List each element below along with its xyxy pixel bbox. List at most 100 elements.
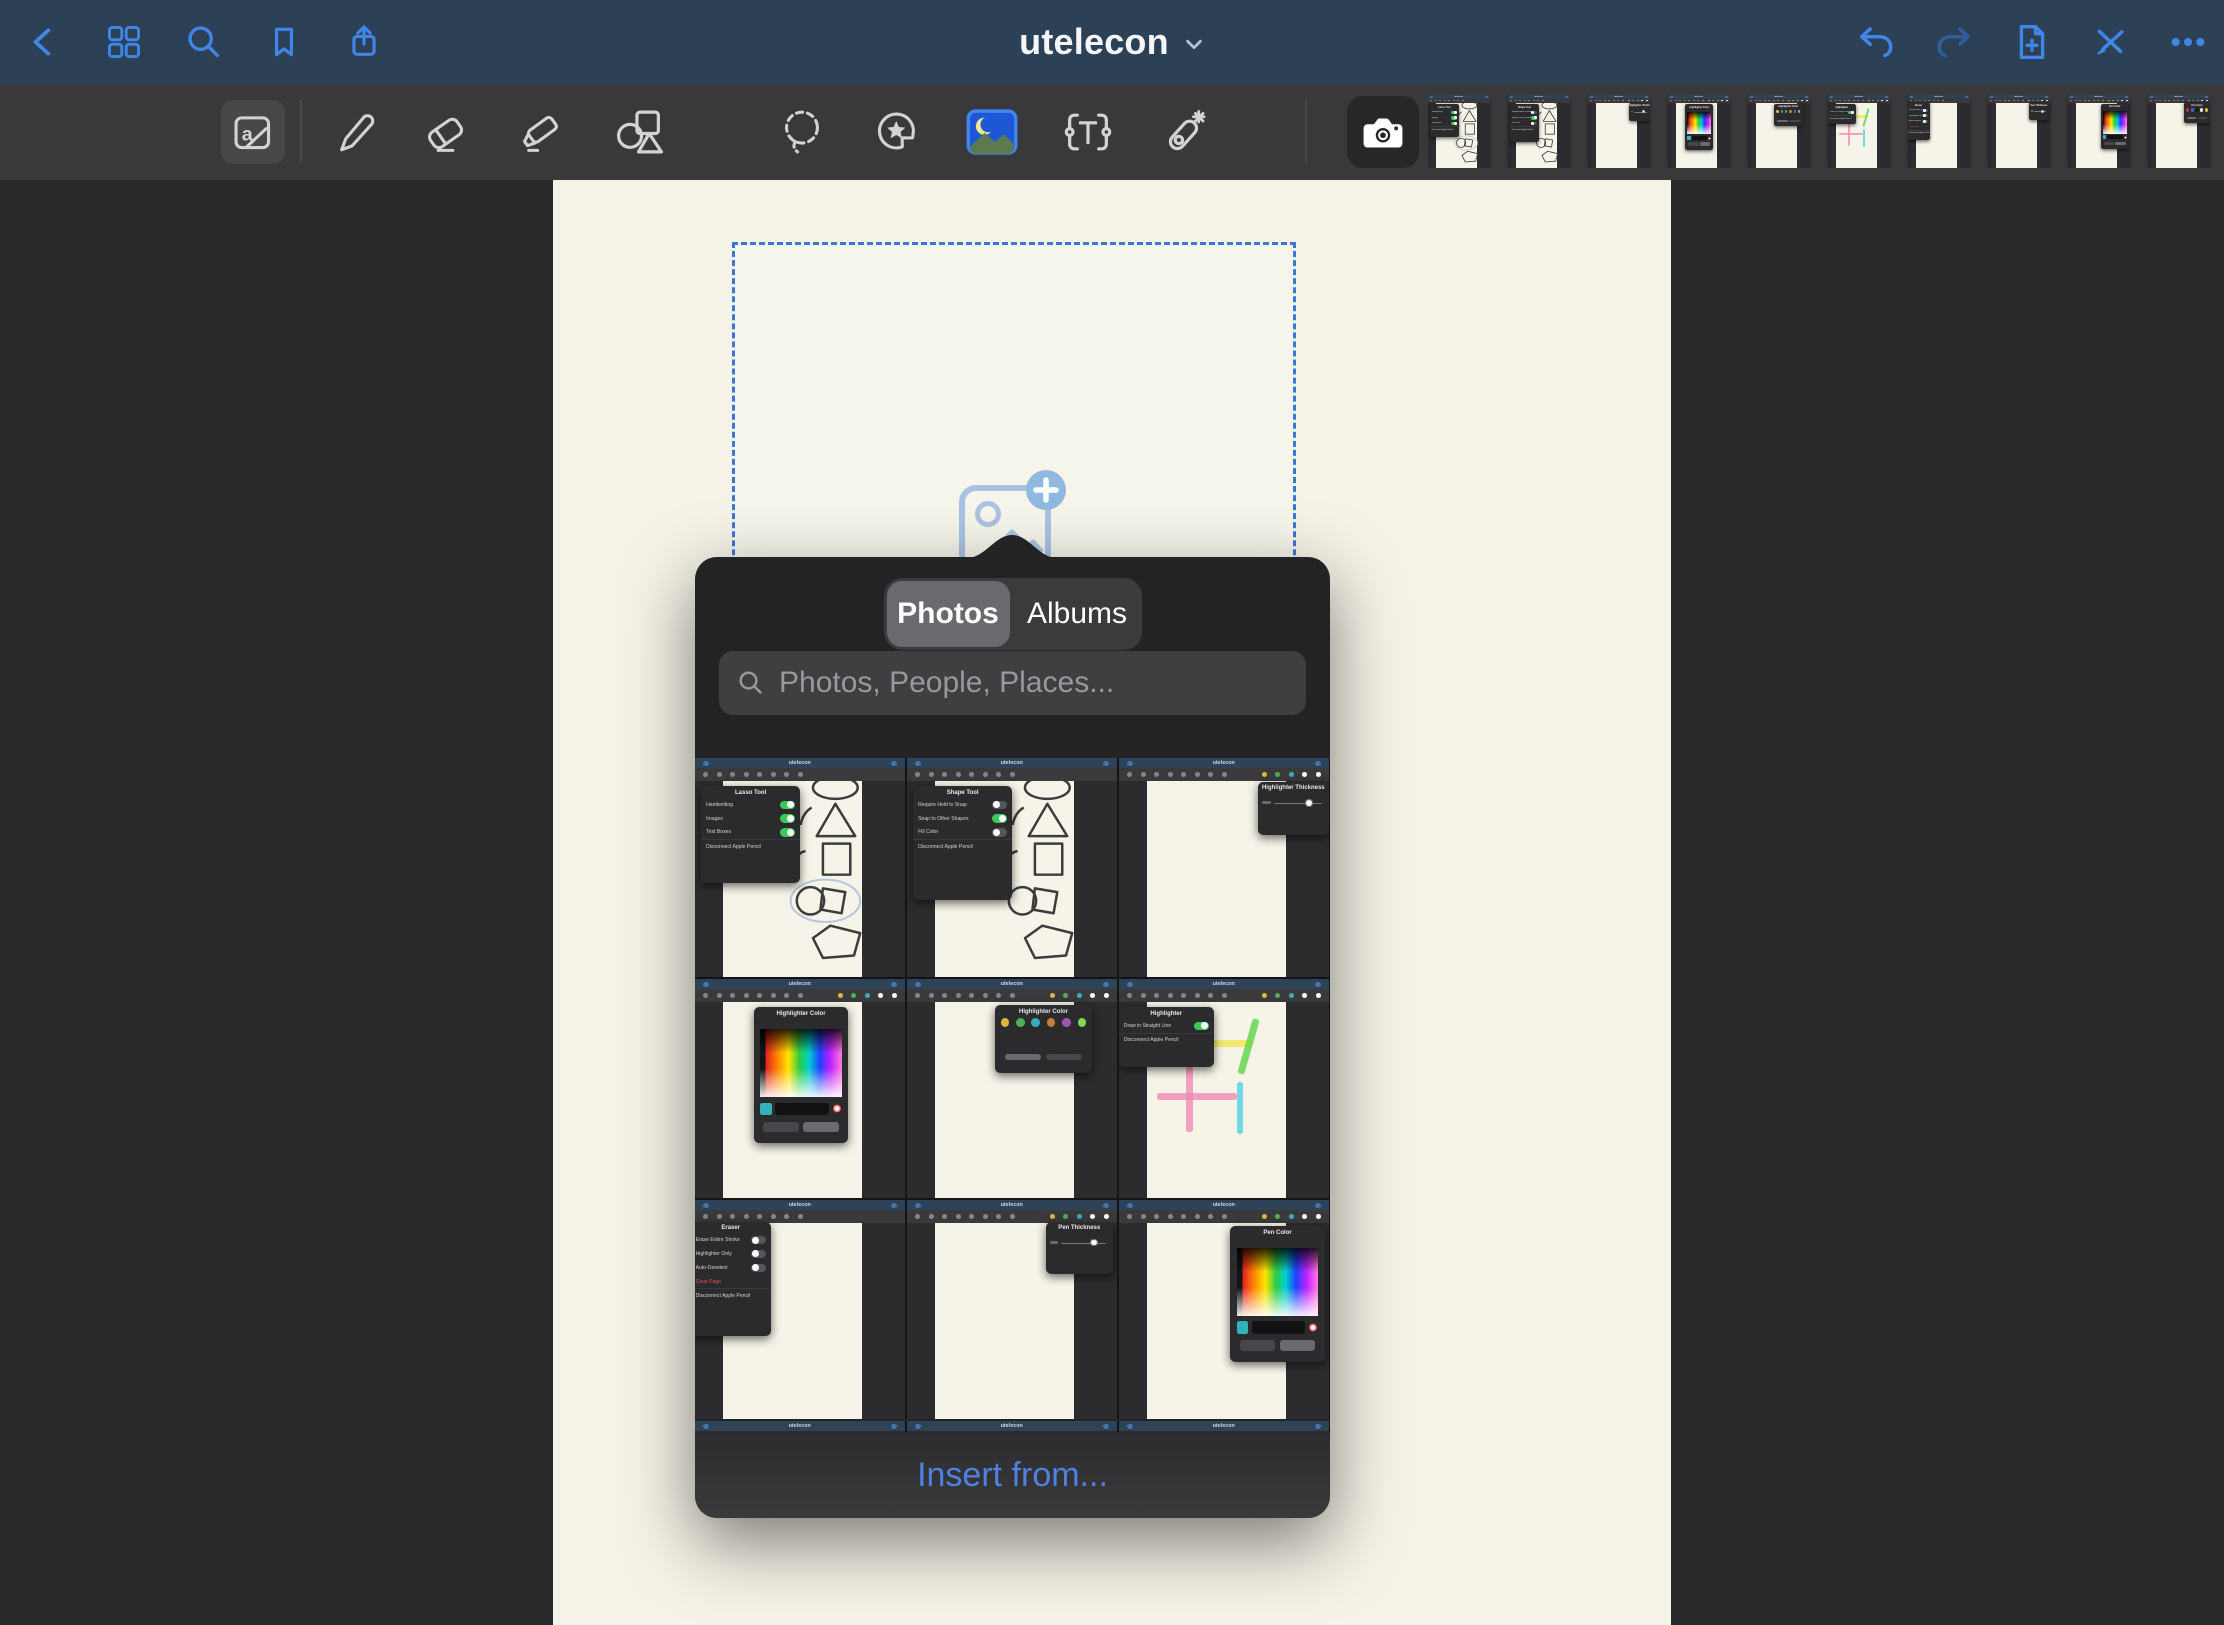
- mini-document-title: utelecon: [1213, 760, 1235, 766]
- mini-popover-pen_thick: Pen Thickness: [1046, 1222, 1113, 1275]
- mini-popover-title: Pen Color: [2101, 104, 2129, 109]
- photo-item-1[interactable]: uteleconLasso ToolHandwritingImagesText …: [695, 758, 905, 977]
- popover-arrow: [967, 530, 1057, 558]
- photo-item-2[interactable]: uteleconShape ToolRequire Hold to SnapSn…: [907, 758, 1117, 977]
- photo-item-partial-1[interactable]: utelecon: [695, 1421, 905, 1432]
- tab-photos[interactable]: Photos: [887, 581, 1010, 647]
- redo-button[interactable]: [1932, 20, 1976, 64]
- photos-search-field[interactable]: [719, 651, 1306, 715]
- pen-icon: [327, 107, 377, 157]
- mini-preset-custom-buttons: [763, 1122, 839, 1133]
- tool-highlighter[interactable]: [510, 100, 574, 164]
- tool-pen[interactable]: [320, 100, 384, 164]
- mini-color-grid: [1237, 1248, 1318, 1316]
- recent-photo-thumbnail-8[interactable]: uteleconPen Thickness: [1988, 95, 2050, 168]
- pages-overview-button[interactable]: [102, 20, 146, 64]
- mini-highlighter-stroke: [1157, 1093, 1237, 1100]
- bookmark-button[interactable]: [262, 20, 306, 64]
- mini-hex-row: [2103, 135, 2127, 139]
- mini-popover-row: Text Boxes: [701, 825, 800, 839]
- recent-photo-thumbnail-6[interactable]: uteleconHighlighterDraw in Straight Line…: [1828, 95, 1890, 168]
- mini-document-title: utelecon: [1695, 96, 1704, 98]
- recent-photo-thumbnail-7[interactable]: utelecon EraserErase Entire StrokeHighlig…: [1908, 95, 1970, 168]
- photo-item-partial-2[interactable]: utelecon: [907, 1421, 1117, 1432]
- tool-laser-pointer[interactable]: [1153, 100, 1217, 164]
- recent-photo-thumbnail-3[interactable]: uteleconHighlighter Thickness: [1588, 95, 1650, 168]
- mini-document-title: utelecon: [2175, 96, 2184, 98]
- mini-toggle: [1451, 111, 1457, 114]
- photo-item-9[interactable]: uteleconPen Color: [1119, 1200, 1329, 1419]
- ellipsis-icon: [2168, 22, 2208, 62]
- undo-button[interactable]: [1854, 20, 1898, 64]
- titlebar-right-buttons: [1854, 0, 2210, 84]
- camera-button[interactable]: [1347, 96, 1419, 168]
- photos-search-input[interactable]: [777, 665, 1288, 701]
- tool-image[interactable]: [960, 100, 1024, 164]
- back-button[interactable]: [22, 20, 66, 64]
- photo-item-6[interactable]: uteleconHighlighterDraw in Straight Line…: [1119, 979, 1329, 1198]
- shapes-icon: [614, 106, 666, 158]
- insert-from-button[interactable]: Insert from...: [695, 1432, 1330, 1518]
- pen-mode-toggle-button[interactable]: [2088, 20, 2132, 64]
- mini-toggle: [1922, 109, 1928, 112]
- toolbar-divider: [1305, 100, 1307, 162]
- mini-document-title: utelecon: [789, 1423, 811, 1429]
- recent-photo-thumbnail-4[interactable]: uteleconHighlighter Color: [1668, 95, 1730, 168]
- share-button[interactable]: [342, 20, 386, 64]
- recent-photo-thumbnail-2[interactable]: uteleconShape ToolRequire Hold to SnapSn…: [1508, 95, 1570, 168]
- mini-popover-pen_dots: Pen Color: [2184, 102, 2210, 122]
- strip-mini-screenshot: uteleconShape ToolRequire Hold to SnapSn…: [1508, 95, 1570, 168]
- photo-item-3[interactable]: uteleconHighlighter Thickness: [1119, 758, 1329, 977]
- mini-color-presets: [1774, 109, 1803, 114]
- mini-preset-custom-buttons: [1777, 120, 1800, 122]
- photo-item-7[interactable]: uteleconEraserErase Entire StrokeHighlig…: [695, 1200, 905, 1419]
- mini-popover-hl_draw: HighlighterDraw in Straight LineDisconne…: [1828, 104, 1856, 124]
- mini-tool-bar: [1119, 1210, 1329, 1223]
- tool-eraser[interactable]: [415, 100, 479, 164]
- search-icon: [737, 669, 765, 697]
- mini-title-bar: utelecon: [695, 758, 905, 768]
- mini-popover-hl_grid: Highlighter Color: [754, 1007, 849, 1143]
- photo-item-4[interactable]: uteleconHighlighter Color: [695, 979, 905, 1198]
- mini-popover-row: Draw in Straight Line: [1119, 1019, 1214, 1033]
- photo-item-5[interactable]: uteleconHighlighter Color: [907, 979, 1117, 1198]
- mini-title-bar: utelecon: [1119, 1200, 1329, 1210]
- tool-zoom-writer[interactable]: a: [221, 100, 285, 164]
- mini-popover-eraser: EraserErase Entire StrokeHighlighter Onl…: [1908, 102, 1930, 140]
- tool-shapes[interactable]: [608, 100, 672, 164]
- mini-title-bar: utelecon: [907, 1421, 1117, 1431]
- mini-highlighter-stroke: [1848, 124, 1850, 146]
- tool-elements[interactable]: [865, 100, 929, 164]
- mini-color-grid: [2103, 111, 2127, 134]
- mini-popover-row: Handwriting: [701, 798, 800, 812]
- mini-thickness-slider: [1262, 799, 1324, 806]
- photo-item-8[interactable]: utelecon Pen Thickness: [907, 1200, 1117, 1419]
- tool-lasso[interactable]: [770, 100, 834, 164]
- photo-item-partial-3[interactable]: utelecon: [1119, 1421, 1329, 1432]
- strip-mini-screenshot: uteleconPen Thickness: [1988, 95, 2050, 168]
- text-tool-icon: [1062, 106, 1114, 158]
- mini-popover-title: Shape Tool: [913, 786, 1012, 797]
- recent-photo-thumbnail-9[interactable]: uteleconPen Color: [2068, 95, 2130, 168]
- tab-albums[interactable]: Albums: [1016, 581, 1139, 647]
- mini-popover-footer-item: Disconnect Apple Pencil: [1430, 126, 1459, 132]
- mini-document-title: utelecon: [1455, 96, 1464, 98]
- more-button[interactable]: [2166, 20, 2210, 64]
- mini-popover-footer-item: Disconnect Apple Pencil: [913, 839, 1012, 853]
- mini-document-title: utelecon: [1213, 1423, 1235, 1429]
- photo-mini-screenshot: uteleconHighlighter Color: [907, 979, 1117, 1198]
- share-icon: [345, 23, 383, 61]
- mini-toggle: [780, 801, 795, 809]
- mini-document-title: utelecon: [1001, 1202, 1023, 1208]
- recent-photo-thumbnail-5[interactable]: uteleconHighlighter Color: [1748, 95, 1810, 168]
- tool-text[interactable]: [1056, 100, 1120, 164]
- mini-popover-footer-item: Disconnect Apple Pencil: [695, 1288, 771, 1302]
- recent-photo-thumbnail-10[interactable]: utelecon Pen Color: [2148, 95, 2210, 168]
- chevron-left-icon: [26, 24, 62, 60]
- document-title: utelecon: [1019, 21, 1169, 63]
- add-page-button[interactable]: [2010, 20, 2054, 64]
- recent-photo-thumbnail-1[interactable]: uteleconLasso ToolHandwritingImagesText …: [1428, 95, 1490, 168]
- mini-color-presets: [2184, 107, 2210, 112]
- search-button[interactable]: [182, 20, 226, 64]
- mini-document-title: utelecon: [1935, 96, 1944, 98]
